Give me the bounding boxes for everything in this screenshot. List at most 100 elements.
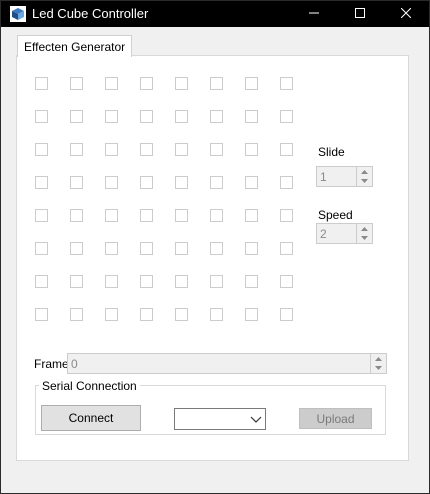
- led-checkbox-r1-c5[interactable]: [175, 77, 188, 90]
- led-checkbox-r1-c3[interactable]: [105, 77, 118, 90]
- speed-value: 2: [320, 227, 327, 241]
- led-checkbox-r6-c3[interactable]: [105, 242, 118, 255]
- led-checkbox-r5-c1[interactable]: [35, 209, 48, 222]
- led-checkbox-r2-c4[interactable]: [140, 110, 153, 123]
- led-checkbox-r6-c7[interactable]: [245, 242, 258, 255]
- frame-up-button[interactable]: [371, 354, 386, 363]
- led-checkbox-r2-c1[interactable]: [35, 110, 48, 123]
- chevron-up-icon: [361, 226, 368, 231]
- led-checkbox-r4-c4[interactable]: [140, 176, 153, 189]
- connect-button-label: Connect: [68, 411, 114, 425]
- led-checkbox-r7-c3[interactable]: [105, 275, 118, 288]
- led-checkbox-r3-c6[interactable]: [210, 143, 223, 156]
- led-checkbox-r1-c4[interactable]: [140, 77, 153, 90]
- led-checkbox-r1-c6[interactable]: [210, 77, 223, 90]
- led-checkbox-r2-c2[interactable]: [70, 110, 83, 123]
- led-checkbox-r4-c6[interactable]: [210, 176, 223, 189]
- led-checkbox-r7-c8[interactable]: [280, 275, 293, 288]
- led-checkbox-r8-c7[interactable]: [245, 308, 258, 321]
- led-checkbox-r6-c6[interactable]: [210, 242, 223, 255]
- led-checkbox-r2-c5[interactable]: [175, 110, 188, 123]
- led-checkbox-r2-c6[interactable]: [210, 110, 223, 123]
- close-button[interactable]: [383, 1, 429, 27]
- led-checkbox-r8-c6[interactable]: [210, 308, 223, 321]
- led-checkbox-r2-c7[interactable]: [245, 110, 258, 123]
- led-checkbox-r3-c7[interactable]: [245, 143, 258, 156]
- close-icon: [400, 7, 412, 21]
- led-checkbox-r2-c8[interactable]: [280, 110, 293, 123]
- led-checkbox-r4-c5[interactable]: [175, 176, 188, 189]
- led-checkbox-r1-c2[interactable]: [70, 77, 83, 90]
- slide-up-button[interactable]: [357, 167, 372, 176]
- chevron-down-icon: [375, 365, 382, 370]
- led-checkbox-r3-c1[interactable]: [35, 143, 48, 156]
- led-checkbox-r7-c2[interactable]: [70, 275, 83, 288]
- slide-down-button[interactable]: [357, 176, 372, 185]
- slide-label: Slide: [318, 145, 345, 159]
- led-checkbox-r8-c3[interactable]: [105, 308, 118, 321]
- led-checkbox-r6-c5[interactable]: [175, 242, 188, 255]
- speed-spinner[interactable]: 2: [316, 223, 373, 244]
- led-checkbox-r5-c2[interactable]: [70, 209, 83, 222]
- led-checkbox-r7-c5[interactable]: [175, 275, 188, 288]
- led-checkbox-r5-c4[interactable]: [140, 209, 153, 222]
- led-checkbox-r3-c3[interactable]: [105, 143, 118, 156]
- led-checkbox-r1-c7[interactable]: [245, 77, 258, 90]
- led-checkbox-r7-c7[interactable]: [245, 275, 258, 288]
- led-checkbox-r8-c5[interactable]: [175, 308, 188, 321]
- led-checkbox-r2-c3[interactable]: [105, 110, 118, 123]
- led-checkbox-r3-c8[interactable]: [280, 143, 293, 156]
- led-checkbox-r6-c4[interactable]: [140, 242, 153, 255]
- speed-label: Speed: [318, 208, 353, 222]
- led-checkbox-r5-c8[interactable]: [280, 209, 293, 222]
- led-checkbox-r6-c8[interactable]: [280, 242, 293, 255]
- led-checkbox-r5-c7[interactable]: [245, 209, 258, 222]
- led-checkbox-r3-c5[interactable]: [175, 143, 188, 156]
- led-checkbox-r1-c8[interactable]: [280, 77, 293, 90]
- frame-down-button[interactable]: [371, 363, 386, 372]
- maximize-button[interactable]: [337, 1, 383, 27]
- chevron-down-icon: [250, 416, 262, 423]
- speed-up-button[interactable]: [357, 224, 372, 233]
- slide-spinner-buttons: [356, 167, 372, 186]
- chevron-down-icon: [361, 235, 368, 240]
- led-checkbox-r4-c2[interactable]: [70, 176, 83, 189]
- led-checkbox-r1-c1[interactable]: [35, 77, 48, 90]
- minimize-button[interactable]: [291, 1, 337, 27]
- led-checkbox-r4-c3[interactable]: [105, 176, 118, 189]
- led-checkbox-r8-c1[interactable]: [35, 308, 48, 321]
- frame-value: 0: [71, 357, 78, 371]
- led-checkbox-r7-c1[interactable]: [35, 275, 48, 288]
- led-checkbox-r3-c2[interactable]: [70, 143, 83, 156]
- led-checkbox-r4-c7[interactable]: [245, 176, 258, 189]
- app-window: Led Cube Controller Effecten Generator S…: [0, 0, 430, 494]
- frame-spinner-buttons: [370, 354, 386, 373]
- led-checkbox-r5-c3[interactable]: [105, 209, 118, 222]
- title-bar[interactable]: Led Cube Controller: [1, 1, 429, 27]
- led-checkbox-r5-c6[interactable]: [210, 209, 223, 222]
- led-checkbox-r4-c1[interactable]: [35, 176, 48, 189]
- connect-button[interactable]: Connect: [41, 405, 141, 431]
- led-checkbox-r8-c2[interactable]: [70, 308, 83, 321]
- serial-connection-title: Serial Connection: [39, 379, 140, 393]
- slide-spinner[interactable]: 1: [316, 166, 373, 187]
- led-checkbox-r7-c6[interactable]: [210, 275, 223, 288]
- upload-button[interactable]: Upload: [299, 408, 372, 429]
- led-checkbox-r8-c8[interactable]: [280, 308, 293, 321]
- led-checkbox-r8-c4[interactable]: [140, 308, 153, 321]
- window-title: Led Cube Controller: [32, 6, 149, 21]
- led-checkbox-r3-c4[interactable]: [140, 143, 153, 156]
- speed-down-button[interactable]: [357, 233, 372, 242]
- serial-port-select[interactable]: [174, 408, 266, 430]
- led-checkbox-r6-c2[interactable]: [70, 242, 83, 255]
- frame-spinner[interactable]: 0: [67, 353, 387, 374]
- chevron-up-icon: [375, 356, 382, 361]
- led-checkbox-r5-c5[interactable]: [175, 209, 188, 222]
- chevron-up-icon: [361, 169, 368, 174]
- led-checkbox-r6-c1[interactable]: [35, 242, 48, 255]
- led-checkbox-r7-c4[interactable]: [140, 275, 153, 288]
- chevron-down-icon: [361, 178, 368, 183]
- led-checkbox-r4-c8[interactable]: [280, 176, 293, 189]
- maximize-icon: [355, 7, 365, 21]
- tab-effecten-generator[interactable]: Effecten Generator: [17, 35, 133, 57]
